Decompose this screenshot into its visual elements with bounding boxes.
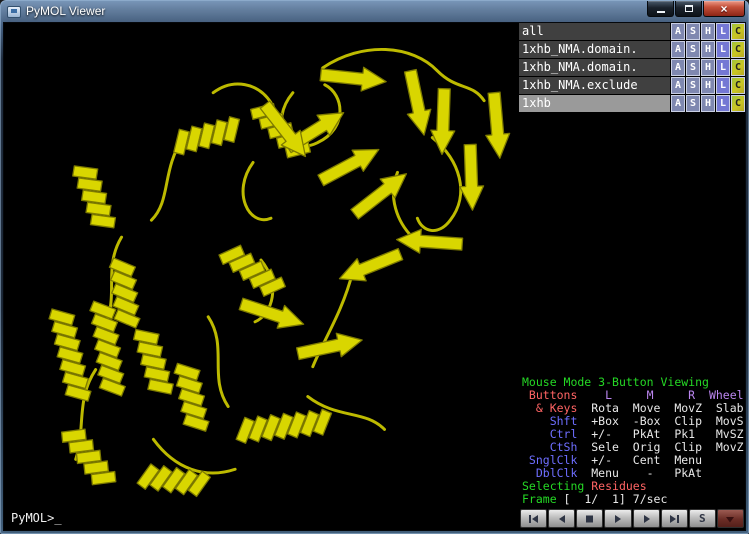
close-button[interactable]: × <box>703 1 745 17</box>
play-icon <box>612 514 623 524</box>
label-button[interactable]: L <box>716 41 730 58</box>
hide-button[interactable]: H <box>701 77 715 94</box>
object-row-selected: 1xhb A S H L C <box>519 95 745 112</box>
maximize-button[interactable] <box>675 1 702 17</box>
object-row: 1xhb_NMA.exclude A S H L C <box>519 77 745 94</box>
object-label[interactable]: 1xhb <box>519 95 670 112</box>
hide-button[interactable]: H <box>701 59 715 76</box>
window-controls: × <box>647 1 745 17</box>
movie-controls: S <box>519 508 745 530</box>
rewind-button[interactable] <box>520 509 547 528</box>
object-buttons: A S H L C <box>670 77 745 94</box>
command-prompt[interactable]: PyMOL>_ <box>11 511 62 525</box>
hide-button[interactable]: H <box>701 23 715 40</box>
object-row: 1xhb_NMA.domain. A S H L C <box>519 41 745 58</box>
hide-button[interactable]: H <box>701 95 715 112</box>
object-buttons: A S H L C <box>670 59 745 76</box>
scene-button[interactable]: S <box>689 509 716 528</box>
show-button[interactable]: S <box>686 77 700 94</box>
object-label[interactable]: 1xhb_NMA.exclude <box>519 77 670 94</box>
action-button[interactable]: A <box>671 41 685 58</box>
action-button[interactable]: A <box>671 77 685 94</box>
help-line-frame: Frame [ 1/ 1] 7/sec <box>522 493 745 506</box>
stop-button[interactable] <box>576 509 603 528</box>
viewport[interactable]: PyMOL>_ <box>4 23 519 530</box>
action-button[interactable]: A <box>671 23 685 40</box>
step-forward-button[interactable] <box>633 509 660 528</box>
skip-end-icon <box>669 514 680 524</box>
protein-cartoon <box>4 23 519 530</box>
step-forward-icon <box>641 514 652 524</box>
object-label[interactable]: 1xhb_NMA.domain. <box>519 59 670 76</box>
step-back-button[interactable] <box>548 509 575 528</box>
window-title: PyMOL Viewer <box>26 1 105 22</box>
action-button[interactable]: A <box>671 59 685 76</box>
control-panel: all A S H L C 1xhb_NMA.domain. A S H L C <box>519 23 745 530</box>
color-button[interactable]: C <box>731 23 745 40</box>
label-button[interactable]: L <box>716 59 730 76</box>
close-icon: × <box>720 2 727 16</box>
show-button[interactable]: S <box>686 59 700 76</box>
minimize-icon <box>657 11 665 13</box>
sidebar-spacer <box>519 113 745 374</box>
color-button[interactable]: C <box>731 59 745 76</box>
pymol-app-icon <box>7 6 21 18</box>
label-button[interactable]: L <box>716 77 730 94</box>
color-button[interactable]: C <box>731 41 745 58</box>
label-button[interactable]: L <box>716 23 730 40</box>
label-button[interactable]: L <box>716 95 730 112</box>
show-button[interactable]: S <box>686 95 700 112</box>
show-button[interactable]: S <box>686 23 700 40</box>
scene-button-label: S <box>699 513 706 524</box>
object-label[interactable]: all <box>519 23 670 40</box>
show-button[interactable]: S <box>686 41 700 58</box>
hide-button[interactable]: H <box>701 41 715 58</box>
helices-and-strands <box>47 63 512 498</box>
object-buttons: A S H L C <box>670 23 745 40</box>
minimize-button[interactable] <box>647 1 674 17</box>
color-button[interactable]: C <box>731 77 745 94</box>
pymol-window: PyMOL Viewer × <box>0 0 749 534</box>
object-row: all A S H L C <box>519 23 745 40</box>
mouse-help-panel: Mouse Mode 3-Button Viewing Buttons L M … <box>519 374 745 508</box>
end-button[interactable] <box>661 509 688 528</box>
object-buttons: A S H L C <box>670 95 745 112</box>
rewind-icon <box>528 514 539 524</box>
stop-icon <box>584 514 595 524</box>
object-buttons: A S H L C <box>670 41 745 58</box>
object-label[interactable]: 1xhb_NMA.domain. <box>519 41 670 58</box>
record-button[interactable] <box>717 509 744 528</box>
play-button[interactable] <box>604 509 631 528</box>
client-area: PyMOL>_ all A S H L C 1xhb_NMA.domain. A… <box>3 22 746 531</box>
maximize-icon <box>685 5 693 12</box>
record-icon <box>724 514 736 524</box>
action-button[interactable]: A <box>671 95 685 112</box>
object-row: 1xhb_NMA.domain. A S H L C <box>519 59 745 76</box>
color-button[interactable]: C <box>731 95 745 112</box>
titlebar[interactable]: PyMOL Viewer × <box>3 1 746 22</box>
step-back-icon <box>556 514 567 524</box>
